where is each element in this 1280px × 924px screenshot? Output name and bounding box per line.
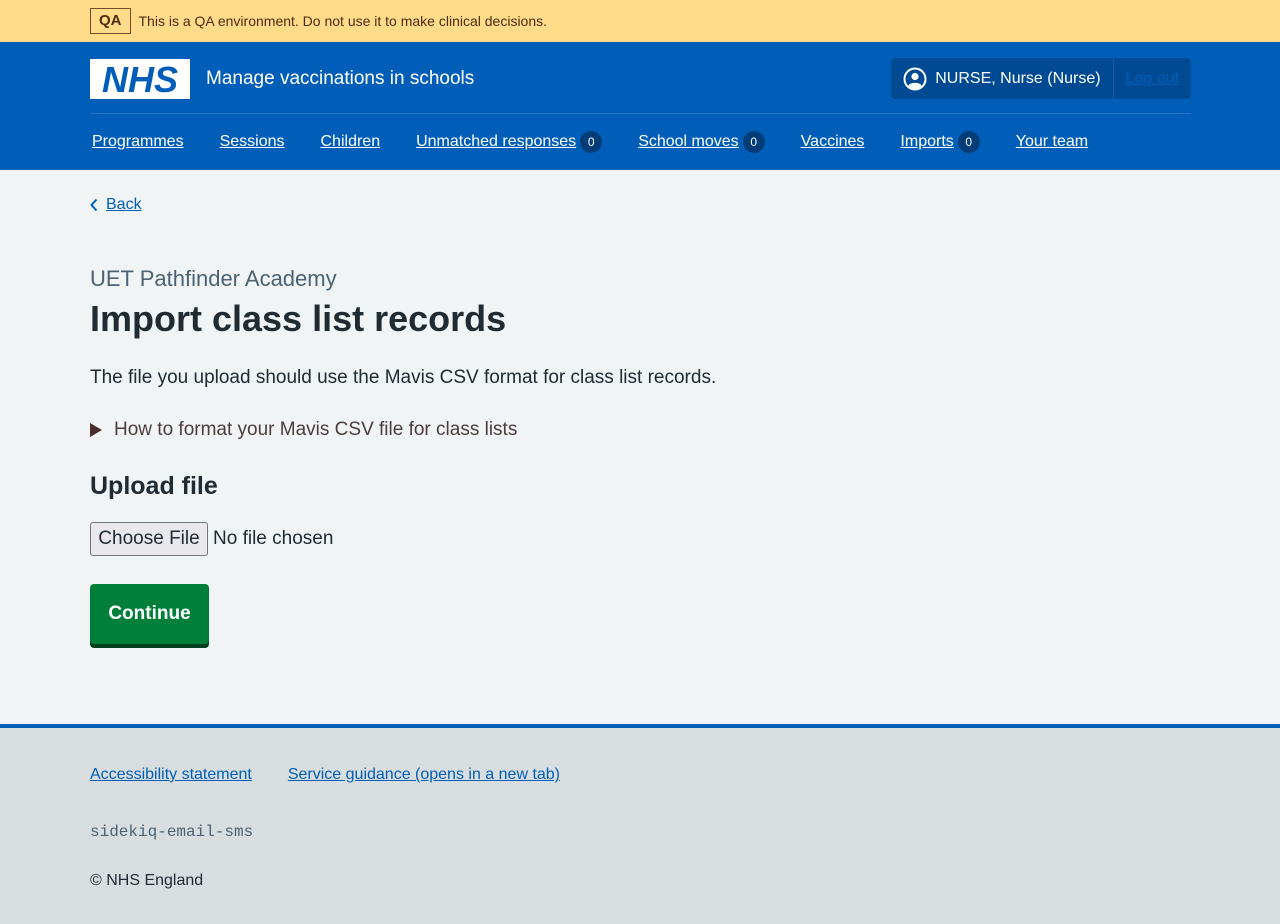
qa-banner-message: This is a QA environment. Do not use it … — [138, 13, 548, 29]
site-footer: Accessibility statement Service guidance… — [0, 724, 1280, 924]
nav-item-vaccines[interactable]: Vaccines — [801, 130, 865, 154]
copyright-text: © NHS England — [90, 872, 204, 889]
nav-link-sessions[interactable]: Sessions — [220, 133, 285, 151]
nav-link-unmatched-responses[interactable]: Unmatched responses — [416, 133, 576, 151]
qa-environment-banner: QA This is a QA environment. Do not use … — [0, 0, 1280, 42]
nav-link-school-moves[interactable]: School moves — [638, 133, 739, 151]
nav-item-unmatched-responses[interactable]: Unmatched responses 0 — [416, 130, 603, 154]
file-status-text: No file chosen — [213, 528, 334, 549]
page-caption: UET Pathfinder Academy — [90, 266, 337, 291]
csv-format-details-summary[interactable]: How to format your Mavis CSV file for cl… — [114, 419, 517, 441]
qa-tag: QA — [90, 8, 131, 34]
file-upload-field: Choose File No file chosen — [90, 522, 333, 556]
nav-item-children[interactable]: Children — [321, 130, 381, 154]
footer-link-service-guidance[interactable]: Service guidance (opens in a new tab) — [288, 766, 560, 784]
account-user: NURSE, Nurse (Nurse) — [891, 58, 1112, 99]
intro-text: The file you upload should use the Mavis… — [90, 367, 717, 388]
choose-file-button[interactable]: Choose File — [90, 522, 208, 556]
nhs-logo-text: NHS — [102, 59, 178, 99]
csv-format-details-toggle[interactable]: How to format your Mavis CSV file for cl… — [90, 419, 517, 441]
nav-item-school-moves[interactable]: School moves 0 — [638, 130, 765, 154]
nhs-logo-icon: NHS — [90, 58, 190, 99]
service-name[interactable]: Manage vaccinations in schools — [206, 68, 474, 90]
caret-right-icon — [90, 423, 102, 437]
header-divider — [90, 113, 1191, 114]
account-user-label: NURSE, Nurse (Nurse) — [935, 69, 1101, 87]
footer-links: Accessibility statement Service guidance… — [90, 766, 596, 784]
site-header: NHS Manage vaccinations in schools NURSE… — [0, 42, 1280, 170]
main-content: Back UET Pathfinder Academy Import class… — [0, 170, 1280, 724]
back-link[interactable]: Back — [90, 196, 142, 214]
nav-link-your-team[interactable]: Your team — [1016, 133, 1088, 151]
chevron-left-icon — [90, 198, 98, 212]
environment-name: sidekiq-email-sms — [90, 823, 254, 841]
nav-item-sessions[interactable]: Sessions — [220, 130, 285, 154]
school-moves-count-badge: 0 — [742, 131, 765, 153]
logout-link[interactable]: Log out — [1126, 70, 1179, 88]
nav-link-programmes[interactable]: Programmes — [92, 133, 184, 151]
account-panel: NURSE, Nurse (Nurse) Log out — [891, 58, 1191, 99]
nav-item-imports[interactable]: Imports 0 — [900, 130, 980, 154]
continue-button[interactable]: Continue — [90, 584, 209, 644]
footer-link-accessibility-statement[interactable]: Accessibility statement — [90, 766, 252, 784]
upload-file-heading: Upload file — [90, 472, 218, 500]
back-link-label[interactable]: Back — [106, 196, 142, 214]
unmatched-responses-count-badge: 0 — [580, 131, 603, 153]
nav-link-vaccines[interactable]: Vaccines — [801, 133, 865, 151]
nhs-logo[interactable]: NHS — [90, 58, 190, 99]
nav-item-programmes[interactable]: Programmes — [92, 130, 184, 154]
nav-item-your-team[interactable]: Your team — [1016, 130, 1088, 154]
user-circle-icon — [903, 67, 927, 91]
nav-link-imports[interactable]: Imports — [900, 133, 953, 151]
nav-link-children[interactable]: Children — [321, 133, 381, 151]
page-title: Import class list records — [90, 298, 507, 339]
primary-navigation: Programmes Sessions Children Unmatched r… — [92, 130, 1124, 154]
imports-count-badge: 0 — [957, 131, 980, 153]
